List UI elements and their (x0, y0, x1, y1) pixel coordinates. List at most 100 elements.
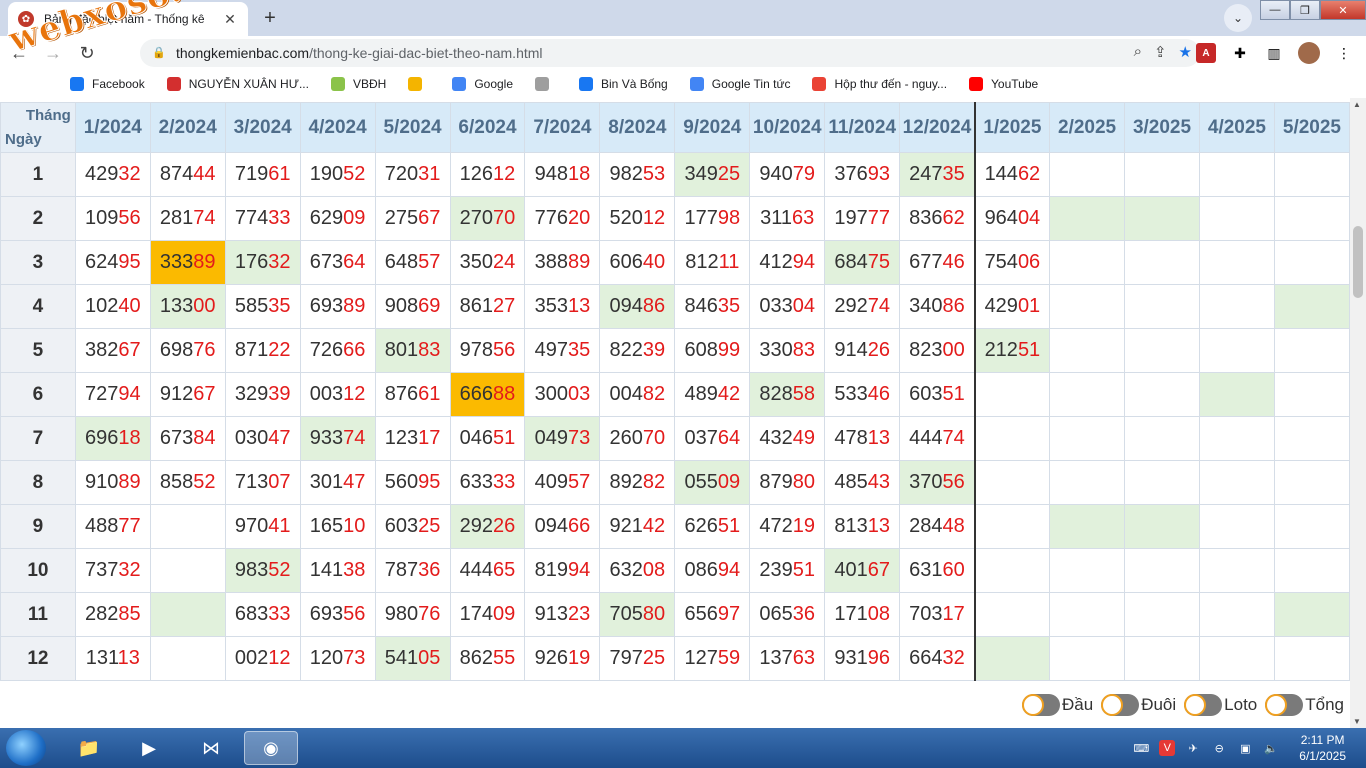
prize-cell[interactable] (149, 636, 226, 681)
prize-cell[interactable]: 13763 (749, 636, 826, 681)
prize-cell[interactable]: 04651 (449, 416, 526, 461)
bookmark-item[interactable]: NGUYỄN XUÂN HƯ... (166, 77, 309, 91)
prize-cell[interactable]: 75406 (974, 240, 1051, 285)
prize-cell[interactable] (1049, 372, 1126, 417)
prize-cell[interactable] (1198, 372, 1275, 417)
prize-cell[interactable]: 14138 (299, 548, 376, 593)
prize-cell[interactable]: 27070 (449, 196, 526, 241)
bookmark-item[interactable]: Hộp thư đến - nguy... (812, 77, 947, 91)
prize-cell[interactable]: 85852 (149, 460, 226, 505)
prize-cell[interactable] (1124, 240, 1200, 285)
prize-cell[interactable]: 52012 (599, 196, 676, 241)
prize-cell[interactable] (1049, 328, 1126, 373)
prize-cell[interactable] (1049, 196, 1126, 241)
prize-cell[interactable] (974, 592, 1051, 637)
prize-cell[interactable] (1124, 196, 1200, 241)
prize-cell[interactable]: 67384 (149, 416, 226, 461)
prize-cell[interactable]: 10956 (74, 196, 151, 241)
prize-cell[interactable] (1198, 548, 1275, 593)
prize-cell[interactable]: 94079 (749, 152, 826, 197)
visual-studio-task[interactable]: ⋈ (184, 731, 238, 765)
prize-cell[interactable]: 94818 (524, 152, 601, 197)
prize-cell[interactable] (1124, 152, 1200, 197)
prize-cell[interactable] (1049, 592, 1126, 637)
prize-cell[interactable]: 69618 (74, 416, 151, 461)
switch-track[interactable] (1022, 694, 1060, 716)
prize-cell[interactable]: 47813 (824, 416, 901, 461)
prize-cell[interactable]: 37693 (824, 152, 901, 197)
prize-cell[interactable] (1124, 636, 1200, 681)
prize-cell[interactable] (1049, 416, 1126, 461)
maximize-button[interactable]: ❐ (1290, 0, 1320, 20)
prize-cell[interactable] (1049, 460, 1126, 505)
scroll-up-icon[interactable]: ▲ (1353, 100, 1361, 109)
prize-cell[interactable]: 69876 (149, 328, 226, 373)
switch-track[interactable] (1184, 694, 1223, 716)
prize-cell[interactable]: 80183 (374, 328, 451, 373)
prize-cell[interactable] (1124, 548, 1200, 593)
prize-cell[interactable]: 86127 (449, 284, 526, 329)
prize-cell[interactable]: 06536 (749, 592, 826, 637)
prize-cell[interactable] (1124, 592, 1200, 637)
prize-cell[interactable]: 17798 (674, 196, 751, 241)
prize-cell[interactable]: 17108 (824, 592, 901, 637)
prize-cell[interactable]: 63333 (449, 460, 526, 505)
prize-cell[interactable]: 49735 (524, 328, 601, 373)
prize-cell[interactable]: 48877 (74, 504, 151, 549)
prize-cell[interactable] (1049, 240, 1126, 285)
prize-cell[interactable] (149, 504, 226, 549)
bookmark-item[interactable]: Bin Và Bống (579, 77, 668, 91)
prize-cell[interactable]: 43249 (749, 416, 826, 461)
prize-cell[interactable] (974, 504, 1051, 549)
prize-cell[interactable] (1273, 196, 1350, 241)
prize-cell[interactable]: 70317 (899, 592, 976, 637)
prize-cell[interactable]: 03047 (224, 416, 301, 461)
prize-cell[interactable] (1198, 328, 1275, 373)
prize-cell[interactable]: 44465 (449, 548, 526, 593)
prize-cell[interactable]: 96404 (974, 196, 1051, 241)
prize-cell[interactable] (1273, 284, 1350, 329)
prize-cell[interactable] (974, 372, 1051, 417)
pdf-extension-icon[interactable]: A (1196, 43, 1216, 63)
vivaldi-icon[interactable]: V (1159, 740, 1176, 756)
minus-circle-icon[interactable]: ⊖ (1211, 740, 1227, 756)
prize-cell[interactable] (1124, 504, 1200, 549)
prize-cell[interactable]: 09466 (524, 504, 601, 549)
prize-cell[interactable]: 62495 (74, 240, 151, 285)
prize-cell[interactable] (1049, 548, 1126, 593)
prize-cell[interactable]: 48543 (824, 460, 901, 505)
prize-cell[interactable]: 31163 (749, 196, 826, 241)
prize-cell[interactable]: 47219 (749, 504, 826, 549)
prize-cell[interactable]: 16510 (299, 504, 376, 549)
prize-cell[interactable] (1273, 592, 1350, 637)
toggle-switch[interactable]: Tổng (1265, 694, 1344, 716)
prize-cell[interactable]: 63160 (899, 548, 976, 593)
prize-cell[interactable]: 33083 (749, 328, 826, 373)
prize-cell[interactable]: 83662 (899, 196, 976, 241)
prize-cell[interactable]: 77433 (224, 196, 301, 241)
prize-cell[interactable]: 38889 (524, 240, 601, 285)
prize-cell[interactable] (1198, 636, 1275, 681)
toggle-switch[interactable]: Đầu (1022, 694, 1093, 716)
prize-cell[interactable]: 91267 (149, 372, 226, 417)
prize-cell[interactable] (1198, 504, 1275, 549)
prize-cell[interactable]: 21251 (974, 328, 1051, 373)
prize-cell[interactable]: 64857 (374, 240, 451, 285)
prize-cell[interactable]: 17632 (224, 240, 301, 285)
prize-cell[interactable]: 72031 (374, 152, 451, 197)
prize-cell[interactable]: 28448 (899, 504, 976, 549)
prize-cell[interactable]: 00312 (299, 372, 376, 417)
prize-cell[interactable]: 17409 (449, 592, 526, 637)
bookmark-item[interactable]: Google Tin tức (689, 77, 790, 91)
prize-cell[interactable]: 66688 (449, 372, 526, 417)
prize-cell[interactable]: 84635 (674, 284, 751, 329)
prize-cell[interactable] (974, 416, 1051, 461)
prize-cell[interactable] (1273, 416, 1350, 461)
prize-cell[interactable]: 56095 (374, 460, 451, 505)
tab-close-icon[interactable]: ✕ (222, 11, 238, 28)
prize-cell[interactable]: 03764 (674, 416, 751, 461)
share-icon[interactable]: ⇪ (1154, 43, 1167, 61)
prize-cell[interactable]: 35313 (524, 284, 601, 329)
prize-cell[interactable]: 12612 (449, 152, 526, 197)
profile-avatar[interactable] (1298, 42, 1320, 64)
